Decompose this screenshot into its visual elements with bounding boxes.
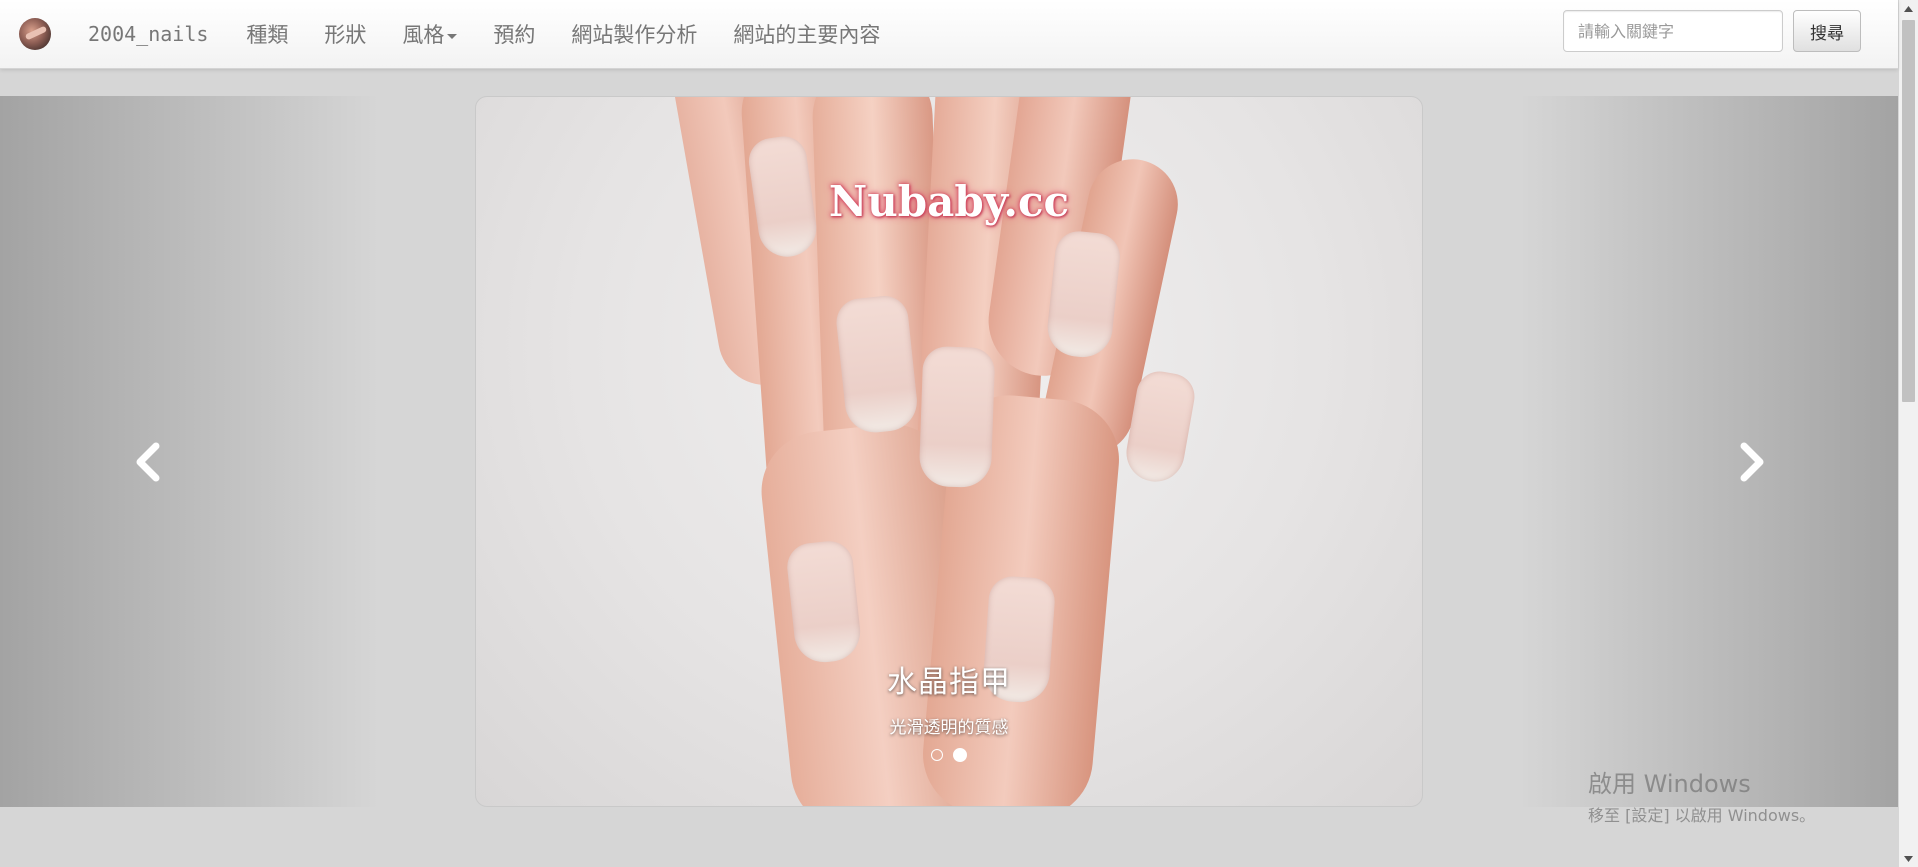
carousel-slide: Nubaby.cc 水晶指甲 光滑透明的質感 (475, 96, 1423, 807)
nav-item-analysis[interactable]: 網站製作分析 (553, 19, 715, 49)
nail-shape (784, 538, 864, 666)
activation-title: 啟用 Windows (1588, 770, 1751, 798)
chevron-left-icon (136, 442, 160, 482)
caret-down-icon (447, 34, 458, 39)
nav-item-types[interactable]: 種類 (228, 19, 306, 49)
caption-title: 水晶指甲 (887, 665, 1011, 700)
search-input[interactable] (1563, 10, 1783, 52)
windows-activation-watermark: 啟用 Windows 移至 [設定] 以啟用 Windows。 (1588, 764, 1815, 826)
vertical-scrollbar[interactable] (1899, 0, 1918, 867)
image-watermark: Nubaby.cc (828, 177, 1070, 226)
brand-logo-icon[interactable] (19, 18, 51, 50)
scrollbar-thumb[interactable] (1902, 20, 1915, 402)
nav-item-styles-label: 風格 (402, 23, 445, 47)
carousel-indicators (476, 748, 1422, 762)
search-button[interactable]: 搜尋 (1793, 10, 1861, 52)
carousel: Nubaby.cc 水晶指甲 光滑透明的質感 (0, 96, 1898, 807)
nav-items: 2004_nails 種類 形狀 風格 預約 網站製作分析 網站的主要內容 (72, 0, 898, 68)
navbar: 2004_nails 種類 形狀 風格 預約 網站製作分析 網站的主要內容 搜尋 (0, 0, 1898, 69)
carousel-next-button[interactable] (1733, 440, 1773, 484)
carousel-caption: 水晶指甲 光滑透明的質感 (476, 657, 1422, 738)
nav-item-styles-dropdown[interactable]: 風格 (384, 19, 475, 49)
activation-subtitle: 移至 [設定] 以啟用 Windows。 (1588, 806, 1816, 825)
nav-item-booking[interactable]: 預約 (475, 19, 553, 49)
scroll-up-arrow-icon[interactable] (1899, 0, 1918, 17)
scroll-down-arrow-icon[interactable] (1899, 850, 1918, 867)
nav-item-main-content[interactable]: 網站的主要內容 (715, 19, 898, 49)
caption-subtitle: 光滑透明的質感 (889, 718, 1009, 738)
carousel-prev-button[interactable] (127, 440, 167, 484)
carousel-indicator-2[interactable] (953, 748, 967, 762)
chevron-right-icon (1740, 442, 1764, 482)
carousel-indicator-1[interactable] (931, 749, 943, 761)
nail-shape (918, 345, 996, 489)
nail-shape (834, 293, 920, 436)
nav-item-shapes[interactable]: 形狀 (306, 19, 384, 49)
brand-link[interactable]: 2004_nails (72, 22, 228, 46)
